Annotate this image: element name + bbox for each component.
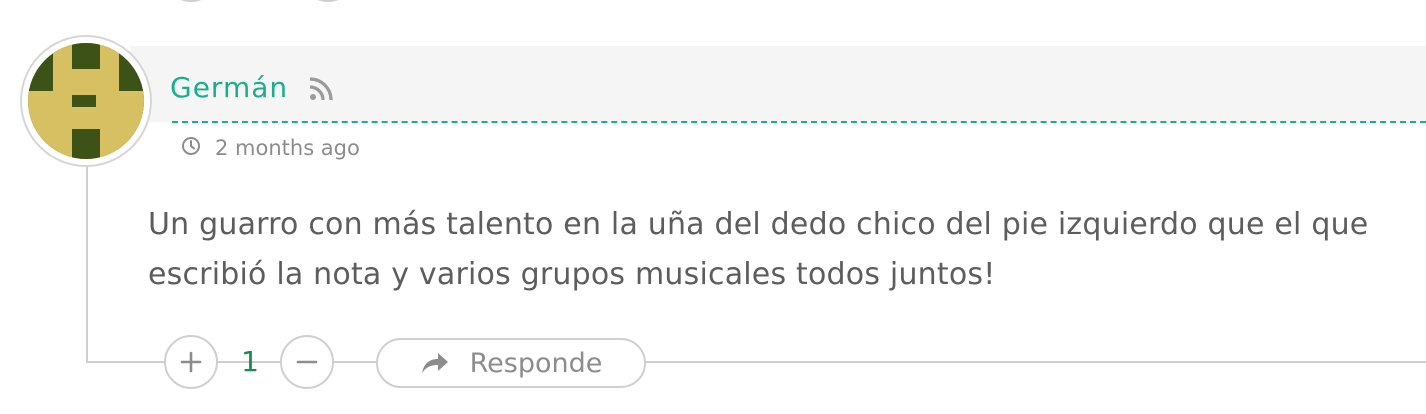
reply-button[interactable]: Responde	[376, 338, 646, 388]
previous-upvote-button[interactable]	[164, 0, 218, 2]
downvote-button[interactable]	[280, 335, 334, 389]
vote-score: 1	[241, 345, 259, 378]
avatar-pattern	[28, 43, 144, 159]
previous-downvote-button[interactable]	[301, 0, 355, 2]
minus-icon	[296, 360, 318, 364]
thread-line	[86, 160, 88, 362]
reply-arrow-icon	[421, 353, 448, 373]
plus-icon	[180, 351, 202, 373]
author-name[interactable]: Germán	[170, 70, 288, 106]
reply-label: Responde	[469, 347, 603, 379]
comment-body: Un guarro con más talento en la uña del …	[148, 207, 1369, 292]
comment-timestamp[interactable]: 2 months ago	[215, 136, 360, 160]
avatar[interactable]	[28, 43, 144, 159]
header-divider	[172, 121, 1426, 123]
clock-icon	[181, 136, 201, 161]
comment-meta: 2 months ago	[181, 134, 360, 162]
upvote-button[interactable]	[164, 335, 218, 389]
rss-icon[interactable]	[308, 76, 334, 102]
